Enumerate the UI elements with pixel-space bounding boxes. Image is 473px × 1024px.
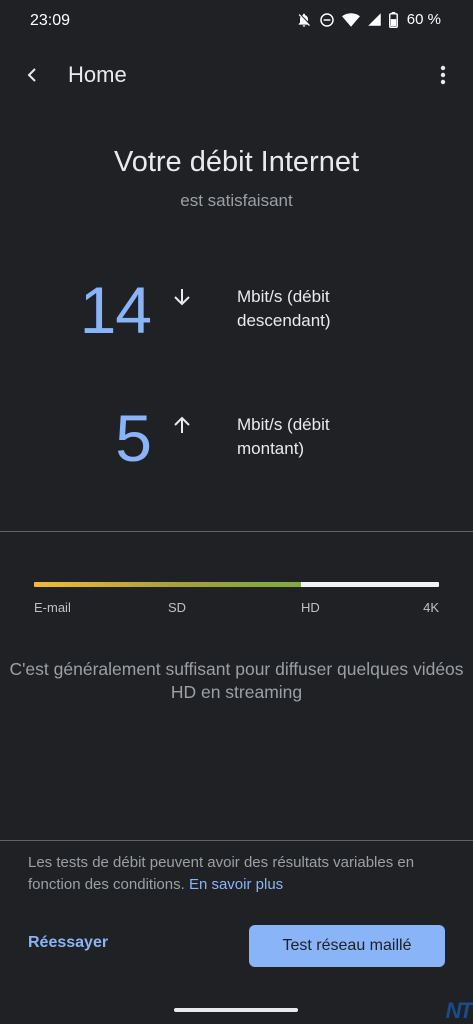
quality-scale-bar: [34, 582, 439, 587]
notifications-off-icon: [296, 12, 312, 28]
do-not-disturb-icon: [319, 12, 335, 28]
arrow-down-icon: [174, 289, 190, 306]
back-button[interactable]: [18, 61, 46, 89]
signal-icon: [367, 12, 382, 27]
wifi-icon: [341, 12, 360, 28]
result-description: C'est généralement suffisant pour diffus…: [9, 659, 464, 702]
result-subhead: est satisfaisant: [180, 191, 293, 210]
download-speed-row: 14 Mbit/s (débit descendant): [0, 270, 473, 360]
quality-scale-labels: E-mail SD HD 4K: [34, 600, 439, 618]
battery-icon: [388, 11, 398, 28]
retry-button[interactable]: Réessayer: [28, 934, 108, 952]
upload-speed-unit: Mbit/s (débit montant): [237, 415, 330, 458]
watermark-logo: NT: [445, 998, 473, 1023]
arrow-up-icon: [174, 416, 190, 433]
divider: [0, 531, 473, 532]
app-bar: Home: [0, 50, 473, 100]
page-title: Home: [68, 62, 127, 87]
footnote: Les tests de débit peuvent avoir des rés…: [28, 852, 448, 896]
download-speed-value: 14: [79, 273, 152, 347]
status-icons: 60 %: [296, 11, 441, 28]
download-speed-unit: Mbit/s (débit descendant): [237, 287, 331, 330]
quality-label-sd: SD: [168, 600, 187, 615]
more-options-button[interactable]: [431, 61, 455, 89]
home-indicator[interactable]: [174, 1008, 298, 1012]
status-time: 23:09: [30, 12, 71, 29]
status-bar: 23:09 60 %: [0, 0, 473, 44]
upload-speed-value: 5: [115, 401, 152, 475]
result-headline: Votre débit Internet: [113, 146, 360, 178]
learn-more-link[interactable]: En savoir plus: [189, 876, 283, 893]
mesh-test-button[interactable]: Test réseau maillé: [249, 925, 445, 967]
divider: [0, 840, 473, 841]
quality-scale-remaining: [301, 582, 439, 587]
battery-percentage: 60 %: [406, 11, 441, 28]
quality-label-hd: HD: [301, 600, 320, 615]
quality-label-email: E-mail: [34, 600, 71, 615]
back-arrow-icon: [27, 68, 36, 82]
quality-scale-fill: [34, 582, 301, 587]
more-vert-icon: [440, 65, 446, 85]
quality-label-4k: 4K: [423, 600, 439, 615]
upload-speed-row: 5 Mbit/s (débit montant): [0, 398, 473, 488]
